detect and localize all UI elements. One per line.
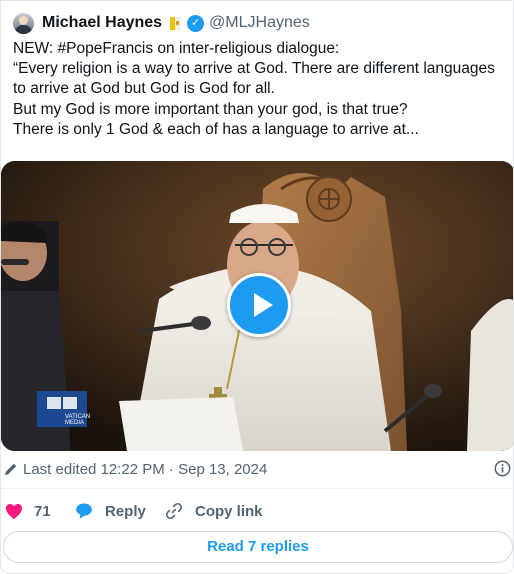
watermark-line-2: MEDIA [65,420,84,426]
reply-button[interactable]: Reply [75,499,146,523]
author-handle[interactable]: @MLJHaynes [209,14,310,32]
divider [1,488,513,489]
tweet-line: to arrive at God but God is God for all. [13,80,275,98]
tweet-header: Michael Haynes ✓ @MLJHaynes [13,11,310,35]
tweet-text: NEW: #PopeFrancis on inter-religious dia… [13,39,509,140]
tweet-line: “Every religion is a way to arrive at Go… [13,60,495,78]
like-count: 71 [34,502,51,520]
action-bar: 71 Reply Copy link [1,499,513,523]
tweet-card: Michael Haynes ✓ @MLJHaynes NEW: #PopeFr… [0,0,514,574]
heart-icon [6,503,22,519]
tweet-line: But my God is more important than your g… [13,100,408,118]
copy-link-button[interactable]: Copy link [165,499,263,523]
avatar-head [19,15,28,25]
vatican-flag-icon [170,16,182,30]
author-name[interactable]: Michael Haynes [42,14,162,32]
link-icon [165,502,183,520]
like-button[interactable]: 71 [5,499,51,523]
edited-text: Last edited 12:22 PM · Sep 13, 2024 [23,460,268,478]
pencil-icon [5,463,17,475]
info-icon[interactable] [494,460,511,477]
tweet-line: NEW: #PopeFrancis on inter-religious dia… [13,40,340,57]
read-replies-button[interactable]: Read 7 replies [3,531,513,563]
avatar-body [15,24,32,34]
verified-badge-icon: ✓ [187,14,205,32]
edit-timestamp[interactable]: Last edited 12:22 PM · Sep 13, 2024 [4,459,267,479]
reply-label: Reply [105,502,146,520]
copy-link-label: Copy link [195,502,263,520]
play-button[interactable] [227,273,291,337]
tweet-line: There is only 1 God & each of has a lang… [13,120,419,138]
author-avatar[interactable] [13,12,34,34]
speech-bubble-icon [76,503,92,519]
